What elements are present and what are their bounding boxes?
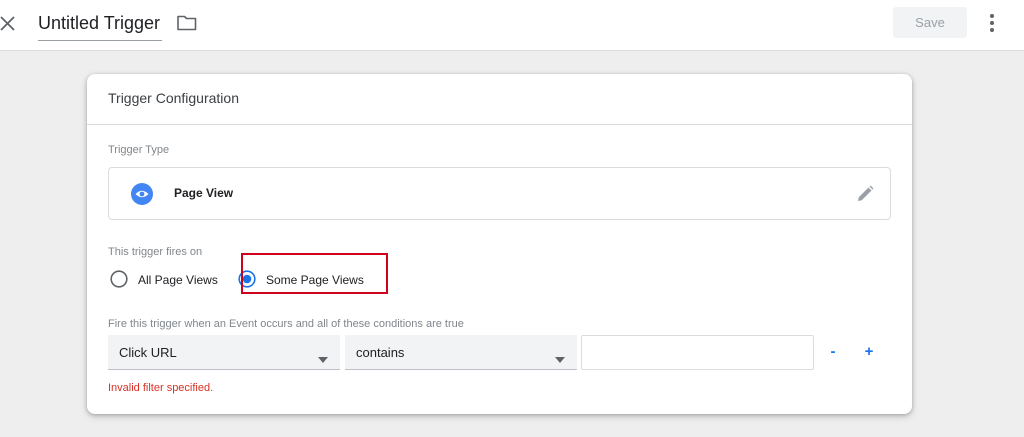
radio-all-page-views[interactable]: All Page Views [110,270,220,290]
eye-icon [131,183,153,205]
condition-value-input[interactable] [581,335,814,370]
more-vertical-icon[interactable] [984,12,1000,34]
folder-icon[interactable] [176,13,198,33]
error-message: Invalid filter specified. [108,382,214,394]
card-header: Trigger Configuration [87,74,912,125]
conditions-label: Fire this trigger when an Event occurs a… [108,318,464,330]
trigger-type-selector[interactable]: Page View [108,167,891,220]
trigger-type-label: Trigger Type [108,144,170,156]
dropdown-arrow-icon [318,350,328,363]
radio-unselected-icon [110,270,128,288]
page-title[interactable]: Untitled Trigger [38,13,160,33]
close-icon[interactable] [0,13,18,35]
save-button[interactable]: Save [893,7,967,38]
add-condition-button[interactable]: + [859,341,879,363]
trigger-configuration-card: Trigger Configuration Trigger Type Page … [87,74,912,414]
variable-select-value: Click URL [119,345,177,360]
trigger-type-name: Page View [174,186,234,200]
trigger-name-field[interactable]: Untitled Trigger [38,10,163,41]
variable-select[interactable]: Click URL [108,335,340,370]
top-bar: Untitled Trigger Save [0,0,1024,51]
pencil-icon[interactable] [855,184,875,204]
operator-select-value: contains [356,345,405,360]
highlight-annotation-box [241,253,388,294]
dropdown-arrow-icon [555,350,565,363]
fires-on-label: This trigger fires on [108,246,203,258]
operator-select[interactable]: contains [345,335,577,370]
card-title: Trigger Configuration [108,90,239,106]
radio-label-all-page-views: All Page Views [138,273,218,287]
remove-condition-button[interactable]: - [823,341,843,363]
